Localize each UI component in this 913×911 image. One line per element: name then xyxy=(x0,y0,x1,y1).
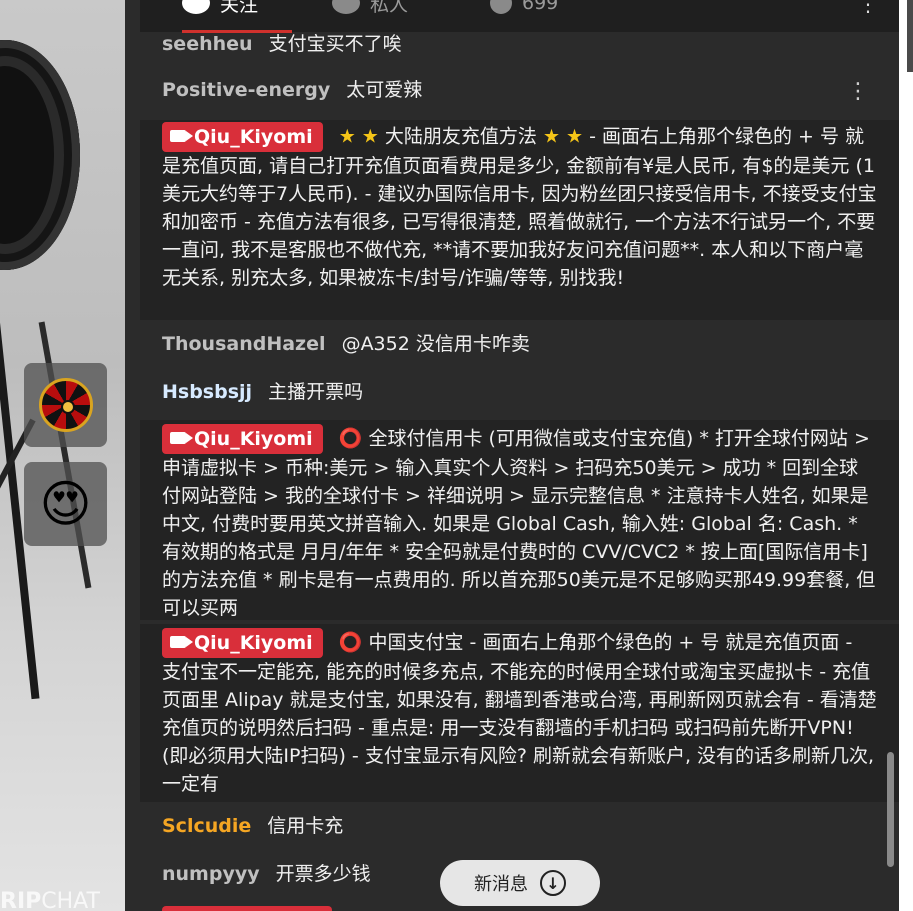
tab-label: 关注 xyxy=(220,0,259,16)
camera-icon xyxy=(170,129,193,142)
camera-icon xyxy=(170,635,193,648)
chat-username: Qiu_Kiyomi xyxy=(194,632,313,654)
lucky-wheel-button[interactable] xyxy=(24,363,107,447)
private-chat-icon xyxy=(332,0,360,14)
tab-label: 私人 xyxy=(370,0,409,16)
chat-text: 大陆朋友充值方法 xyxy=(384,125,537,148)
page-scrollbar[interactable] xyxy=(899,0,913,911)
chat-tabs: 关注 私人 699 ⋮ xyxy=(140,0,899,33)
video-stream: 😍 RIPCHAT xyxy=(0,0,125,911)
broadcaster-badge[interactable]: Qiu_Kiyomi xyxy=(162,122,323,152)
camera-icon xyxy=(170,431,193,444)
chat-username[interactable]: Sclcudie xyxy=(162,815,251,837)
new-messages-label: 新消息 xyxy=(474,874,528,895)
broadcaster-badge[interactable]: Qiu_Kiyomi xyxy=(162,424,323,454)
circle-icon: ⭕ xyxy=(338,631,363,654)
broadcaster-badge[interactable]: Qiu_Kiyomi xyxy=(162,628,323,658)
chat-bubble-icon xyxy=(182,0,210,14)
circle-icon: ⭕ xyxy=(338,427,363,450)
chat-text: 开票多少钱 xyxy=(275,863,371,885)
star-icon: ★ ★ xyxy=(542,125,584,148)
tab-users[interactable]: 699 xyxy=(490,0,558,18)
chat-message-broadcaster: Qiu_Kiyomi ⭕ 全球付信用卡 (可用微信或支付宝充值) * 打开全球付… xyxy=(140,420,899,620)
tab-private[interactable]: 私人 xyxy=(332,0,408,18)
chat-message-broadcaster: Qiu_Kiyomi ⭕ 中国支付宝 - 画面右上角那个绿色的 + 号 就是充值… xyxy=(140,624,899,802)
chat-scrollbar-thumb[interactable] xyxy=(887,752,894,867)
star-icon: ★ ★ xyxy=(338,125,379,148)
chat-message: ThousandHazel @A352 没信用卡咋卖 xyxy=(140,330,899,364)
wheel-icon xyxy=(38,378,93,432)
chat-text: @A352 没信用卡咋卖 xyxy=(341,333,530,355)
watermark-logo: RIPCHAT xyxy=(0,889,100,911)
user-count: 699 xyxy=(522,0,559,14)
chat-text: 支付宝买不了唉 xyxy=(268,33,402,55)
chat-username[interactable]: Positive-energy xyxy=(162,79,330,101)
heart-eyes-emoji-icon: 😍 xyxy=(39,475,92,533)
chat-message: Positive-energy 太可爱辣 ⋮ xyxy=(140,76,899,110)
chat-text: 太可爱辣 xyxy=(346,79,423,101)
chat-username[interactable]: ThousandHazel xyxy=(162,333,326,355)
tab-public[interactable]: 关注 xyxy=(182,0,258,18)
broadcaster-badge xyxy=(162,906,332,911)
studio-light xyxy=(0,40,80,270)
reaction-button[interactable]: 😍 xyxy=(24,462,107,546)
arrow-down-icon: ↓ xyxy=(540,870,566,896)
user-icon xyxy=(490,0,512,14)
chat-username: Qiu_Kiyomi xyxy=(194,126,313,148)
chat-username: Qiu_Kiyomi xyxy=(194,428,313,450)
chat-username[interactable]: Hsbsbsjj xyxy=(162,381,252,403)
chat-panel: 关注 私人 699 ⋮ seehheu 支付宝买不了唉 Positive-ene… xyxy=(140,0,899,911)
message-options-icon[interactable]: ⋮ xyxy=(847,78,869,106)
chat-message: Sclcudie 信用卡充 xyxy=(140,812,899,846)
chat-username[interactable]: seehheu xyxy=(162,33,253,55)
more-options-icon[interactable]: ⋮ xyxy=(858,0,878,16)
chat-username[interactable]: numpyyy xyxy=(162,863,260,885)
chat-text: 全球付信用卡 (可用微信或支付宝充值) * 打开全球付网站 > 申请虚拟卡 > … xyxy=(162,427,876,620)
chat-message: seehheu 支付宝买不了唉 xyxy=(140,30,899,60)
light-stand-leg xyxy=(38,321,92,589)
chat-text: 主播开票吗 xyxy=(268,381,364,403)
chat-message: Hsbsbsjj 主播开票吗 xyxy=(140,378,899,412)
chat-text: 信用卡充 xyxy=(267,815,344,837)
new-messages-button[interactable]: 新消息 ↓ xyxy=(440,860,600,906)
chat-message-broadcaster: Qiu_Kiyomi ★ ★ 大陆朋友充值方法 ★ ★ - 画面右上角那个绿色的… xyxy=(140,120,899,320)
page-scrollbar-thumb[interactable] xyxy=(907,0,913,72)
